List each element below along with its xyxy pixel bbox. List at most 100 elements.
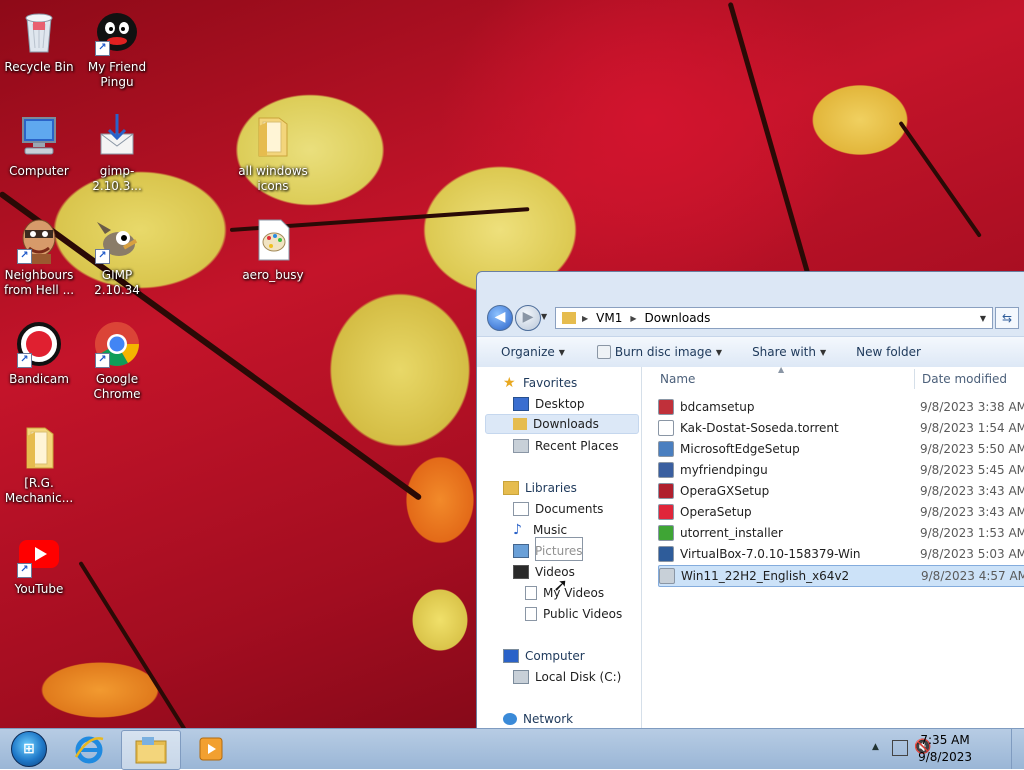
file-icon — [658, 420, 674, 436]
nav-local-disk[interactable]: Local Disk (C:) — [513, 667, 621, 687]
file-name: utorrent_installer — [680, 526, 783, 540]
file-list[interactable]: Name ▲ Date modified bdcamsetup 9/8/2023 … — [642, 365, 1024, 728]
nav-label: Desktop — [535, 397, 585, 411]
address-field[interactable]: ▶ VM1 ▶ Downloads ▼ — [555, 307, 993, 329]
downloads-folder-icon — [513, 418, 527, 430]
shortcut-arrow-icon: ↗ — [17, 353, 32, 368]
refresh-button[interactable]: ⇆ — [995, 307, 1019, 329]
nav-documents[interactable]: Documents — [513, 499, 603, 519]
system-clock[interactable]: 7:35 AM 9/8/2023 — [918, 732, 972, 766]
desktop-icon-computer[interactable]: Computer — [0, 112, 78, 179]
file-date-modified: 9/8/2023 3:43 AM — [920, 505, 1024, 519]
desktop-icon-label: all windows icons — [238, 164, 308, 193]
chevron-down-icon: ▼ — [819, 347, 827, 357]
breadcrumb-downloads[interactable]: Downloads — [645, 311, 711, 325]
file-row[interactable]: utorrent_installer 9/8/2023 1:53 AM — [658, 523, 1024, 543]
desktop-icon-aero-busy[interactable]: aero_busy — [234, 216, 312, 283]
breadcrumb-separator-icon[interactable]: ▶ — [630, 314, 636, 323]
file-date-modified: 9/8/2023 3:38 AM — [920, 400, 1024, 414]
file-date-modified: 9/8/2023 4:57 AM — [921, 569, 1024, 583]
explorer-window[interactable]: ◀ ▶ ▼ ▶ VM1 ▶ Downloads ▼ ⇆ Organize ▼ Bu… — [476, 271, 1024, 728]
back-button[interactable]: ◀ — [487, 305, 513, 331]
nav-label: Libraries — [525, 481, 577, 495]
start-button[interactable]: ⊞ — [0, 730, 58, 768]
desktop-icon-my-friend-pingu[interactable]: ↗ My Friend Pingu — [78, 8, 156, 90]
file-row[interactable]: VirtualBox-7.0.10-158379-Win 9/8/2023 5:0… — [658, 544, 1024, 564]
music-note-icon: ♪ — [513, 522, 522, 538]
file-row[interactable]: MicrosoftEdgeSetup 9/8/2023 5:50 AM — [658, 439, 1024, 459]
forward-button[interactable]: ▶ — [515, 305, 541, 331]
file-name: bdcamsetup — [680, 400, 755, 414]
desktop-icon-label: My Friend Pingu — [87, 60, 147, 89]
desktop[interactable]: Recycle Bin ↗ My Friend Pingu Computer g… — [0, 0, 1024, 728]
desktop-icon-all-windows-icons[interactable]: all windows icons — [234, 112, 312, 194]
show-desktop-button[interactable] — [1011, 729, 1024, 769]
shortcut-arrow-icon: ↗ — [95, 41, 110, 56]
desktop-icon-bandicam[interactable]: ↗ Bandicam — [0, 320, 78, 387]
desktop-icon-google-chrome[interactable]: ↗ Google Chrome — [78, 320, 156, 402]
new-folder-button[interactable]: New folder — [856, 345, 921, 359]
file-icon — [658, 441, 674, 457]
desktop-icon-label: YouTube — [14, 582, 64, 596]
desktop-icon-recycle-bin[interactable]: Recycle Bin — [0, 8, 78, 75]
recycle-bin-icon — [25, 13, 53, 53]
file-row[interactable]: myfriendpingu 9/8/2023 5:45 AM — [658, 460, 1024, 480]
organize-button[interactable]: Organize ▼ — [501, 345, 565, 359]
file-icon — [658, 504, 674, 520]
blank-file-icon — [525, 586, 537, 600]
nav-recent-places[interactable]: Recent Places — [513, 436, 618, 456]
file-date-modified: 9/8/2023 5:45 AM — [920, 463, 1024, 477]
file-date-modified: 9/8/2023 5:03 AM — [920, 547, 1024, 561]
share-with-button[interactable]: Share with ▼ — [752, 345, 826, 359]
nav-downloads[interactable]: Downloads — [485, 414, 639, 434]
breadcrumb-vm1[interactable]: VM1 — [596, 311, 622, 325]
file-name: Kak-Dostat-Soseda.torrent — [680, 421, 839, 435]
navigation-pane[interactable]: ★ Favorites Desktop Downloads Recent Plac… — [477, 367, 642, 728]
nav-favorites[interactable]: ★ Favorites — [503, 373, 577, 393]
desktop-icon-label: Recycle Bin — [4, 60, 74, 74]
desktop-icon-youtube[interactable]: ↗ YouTube — [0, 530, 78, 597]
breadcrumb-separator-icon[interactable]: ▶ — [582, 314, 588, 323]
file-row[interactable]: OperaSetup 9/8/2023 3:43 AM — [658, 502, 1024, 522]
desktop-icon-rg-mechanics[interactable]: [R.G. Mechanic... — [0, 424, 78, 506]
nav-libraries[interactable]: Libraries — [503, 478, 577, 498]
desktop-icon-gimp-installer[interactable]: gimp-2.10.3... — [78, 112, 156, 194]
paint-palette-icon — [258, 219, 290, 261]
file-row[interactable]: Win11_22H2_English_x64v2 9/8/2023 4:57 AM — [658, 565, 1024, 587]
taskbar: ⊞ ▲ 🔇 7:35 AM 9/8/2023 — [0, 728, 1024, 770]
nav-label: Downloads — [533, 417, 599, 431]
network-status-icon[interactable] — [892, 740, 908, 756]
recent-pages-chevron-icon[interactable]: ▼ — [541, 312, 547, 321]
nav-desktop[interactable]: Desktop — [513, 394, 585, 414]
desktop-icon-label: gimp-2.10.3... — [92, 164, 142, 193]
file-icon — [658, 462, 674, 478]
sort-indicator-icon: ▲ — [778, 365, 785, 374]
nav-public-videos[interactable]: Public Videos — [525, 604, 622, 624]
nav-computer[interactable]: Computer — [503, 646, 585, 666]
disc-icon — [596, 345, 611, 359]
file-row[interactable]: Kak-Dostat-Soseda.torrent 9/8/2023 1:54 A… — [658, 418, 1024, 438]
desktop-icon-gimp[interactable]: ↗ GIMP 2.10.34 — [78, 216, 156, 298]
column-header-date-modified[interactable]: Date modified — [922, 367, 1007, 391]
nav-network[interactable]: Network — [503, 709, 573, 728]
desktop-icon-neighbours-from-hell[interactable]: ↗ Neighbours from Hell ... — [0, 216, 78, 298]
nav-label: Network — [523, 712, 574, 726]
show-hidden-icons-chevron-icon[interactable]: ▲ — [872, 742, 879, 752]
file-name: OperaGXSetup — [680, 484, 770, 498]
file-icon — [658, 525, 674, 541]
address-dropdown-icon[interactable]: ▼ — [980, 314, 986, 323]
file-row[interactable]: OperaGXSetup 9/8/2023 3:43 AM — [658, 481, 1024, 501]
column-header-name[interactable]: Name — [660, 367, 695, 391]
taskbar-media-player[interactable] — [182, 730, 240, 768]
folder-icon — [258, 117, 288, 157]
file-icon — [658, 483, 674, 499]
file-row[interactable]: bdcamsetup 9/8/2023 3:38 AM — [658, 397, 1024, 417]
burn-disc-image-button[interactable]: Burn disc image ▼ — [596, 345, 722, 359]
shortcut-arrow-icon: ↗ — [17, 249, 32, 264]
shortcut-arrow-icon: ↗ — [95, 353, 110, 368]
taskbar-windows-explorer[interactable] — [121, 730, 181, 770]
taskbar-internet-explorer[interactable] — [60, 730, 118, 768]
column-divider[interactable] — [914, 369, 915, 389]
file-date-modified: 9/8/2023 1:54 AM — [920, 421, 1024, 435]
desktop-icon-label: aero_busy — [242, 268, 304, 282]
